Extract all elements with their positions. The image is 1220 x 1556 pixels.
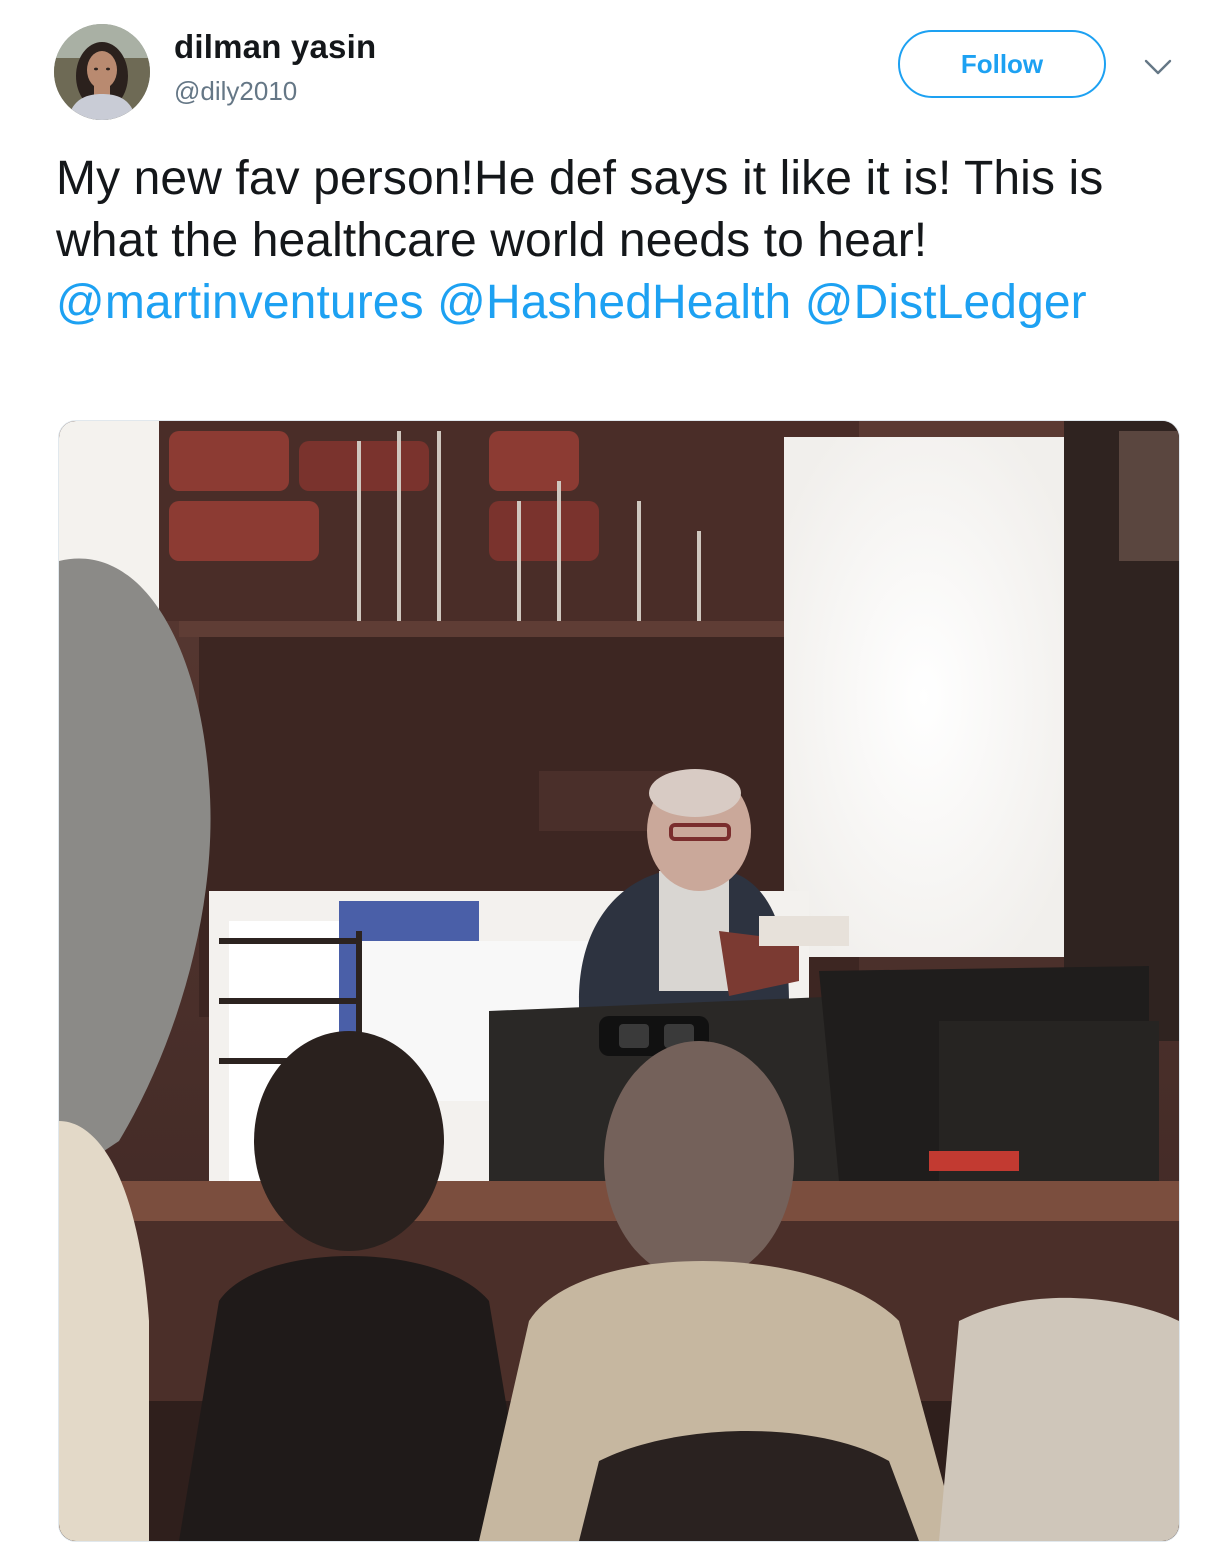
mention-link[interactable]: @martinventures (56, 276, 424, 329)
avatar-photo-icon (54, 24, 150, 120)
user-display-name[interactable]: dilman yasin (174, 28, 376, 66)
user-handle[interactable]: @dily2010 (174, 76, 297, 107)
follow-button[interactable]: Follow (898, 30, 1106, 98)
photo-image (59, 421, 1179, 1541)
tweet-text: My new fav person!He def says it like it… (56, 148, 1176, 334)
tweet-photo[interactable] (58, 420, 1180, 1542)
mention-link[interactable]: @HashedHealth (437, 276, 791, 329)
mention-link[interactable]: @DistLedger (805, 276, 1087, 329)
tweet-body-text: My new fav person!He def says it like it… (56, 152, 1104, 267)
user-avatar[interactable] (54, 24, 150, 120)
tweet-card: dilman yasin @dily2010 Follow My new fav… (0, 0, 1220, 1556)
chevron-down-icon (1144, 59, 1172, 75)
more-options-button[interactable] (1140, 52, 1176, 82)
